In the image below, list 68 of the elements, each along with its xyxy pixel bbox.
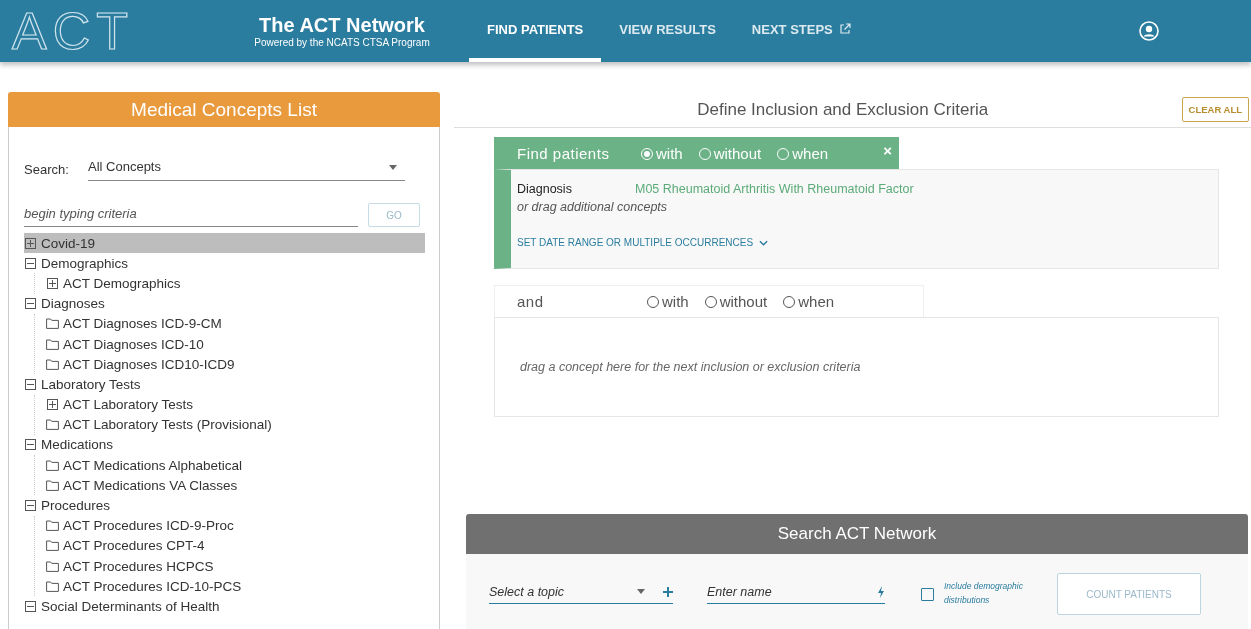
folder-icon <box>46 540 59 552</box>
dropdown-icon <box>389 165 397 170</box>
site-title: The ACT Network <box>259 14 425 37</box>
tree-item[interactable]: ACT Procedures CPT-4 <box>46 535 425 556</box>
criteria-title: Define Inclusion and Exclusion Criteria <box>696 99 990 120</box>
panel-title: Medical Concepts List <box>8 92 440 127</box>
folder-icon <box>46 358 59 370</box>
expander-icon[interactable] <box>25 600 36 612</box>
date-range-link[interactable]: SET DATE RANGE OR MULTIPLE OCCURRENCES <box>517 237 1218 248</box>
nav-tab[interactable]: FIND PATIENTS <box>469 0 602 62</box>
folder-icon <box>46 520 59 532</box>
search-network-title: Search ACT Network <box>466 514 1248 554</box>
nav-tab[interactable]: VIEW RESULTS <box>601 0 734 62</box>
search-label: Search: <box>24 161 70 177</box>
topic-select[interactable]: Select a topic <box>489 584 673 604</box>
concept-type: Diagnosis <box>517 182 573 196</box>
folder-icon <box>46 580 59 592</box>
radio-option[interactable]: with <box>647 293 689 310</box>
tree-item[interactable]: ACT Diagnoses ICD-9-CM <box>46 313 425 334</box>
radio-option[interactable]: without <box>704 293 768 310</box>
act-logo: ACT <box>12 5 135 57</box>
folder-icon <box>46 459 59 471</box>
tree-item[interactable]: Laboratory Tests <box>24 374 425 395</box>
tree-item[interactable]: ACT Laboratory Tests <box>46 394 425 415</box>
expander-icon[interactable] <box>25 257 36 269</box>
checkbox[interactable] <box>921 587 934 601</box>
tree-item[interactable]: ACT Procedures ICD-10-PCS <box>46 576 425 597</box>
lightning-icon <box>877 585 885 598</box>
expander-icon[interactable] <box>47 277 58 289</box>
expander-icon[interactable] <box>25 298 36 310</box>
expander-icon[interactable] <box>25 237 36 249</box>
expander-icon[interactable] <box>25 500 36 512</box>
tree-item[interactable]: ACT Diagnoses ICD-10 <box>46 333 425 355</box>
expander-icon[interactable] <box>25 378 36 390</box>
expander-icon[interactable] <box>25 439 36 451</box>
tree-item[interactable]: Diagnoses <box>24 293 425 314</box>
tree-item[interactable]: ACT Procedures HCPCS <box>46 556 425 577</box>
tree-item[interactable]: ACT Procedures ICD-9-Proc <box>46 515 425 536</box>
group-label: and <box>517 293 545 310</box>
tree-item[interactable]: Social Determinants of Health <box>24 596 425 617</box>
folder-icon <box>46 338 59 350</box>
chevron-down-icon <box>759 239 769 246</box>
folder-icon <box>46 479 59 491</box>
name-field[interactable]: Enter name <box>707 584 885 604</box>
folder-icon <box>46 560 59 572</box>
tree-item[interactable]: ACT Medications VA Classes <box>46 475 425 496</box>
expander-icon[interactable] <box>47 399 58 411</box>
user-account-icon[interactable] <box>1138 21 1159 41</box>
tree-item[interactable]: ACT Diagnoses ICD10-ICD9 <box>46 354 425 375</box>
tree-item[interactable]: ACT Laboratory Tests (Provisional) <box>46 414 425 435</box>
concept-type-select[interactable]: All Concepts <box>88 157 405 181</box>
group-label: Find patients <box>517 145 611 162</box>
checkbox-label: Include demographic distributions <box>944 580 1024 607</box>
folder-icon <box>46 419 59 431</box>
dropdown-icon <box>637 589 645 594</box>
plus-icon[interactable] <box>663 586 673 597</box>
radio-option[interactable]: when <box>783 293 835 310</box>
nav-tab[interactable]: NEXT STEPS <box>733 0 869 62</box>
tree-item[interactable]: Medications <box>24 434 425 456</box>
site-subtitle: Powered by the NCATS CTSA Program <box>254 37 430 48</box>
tree-item[interactable]: Procedures <box>24 495 425 516</box>
folder-icon <box>46 318 59 330</box>
tree-item[interactable]: Covid-19 <box>24 233 425 254</box>
drop-hint: or drag additional concepts <box>517 200 669 214</box>
tree-item[interactable]: Demographics <box>24 253 425 274</box>
drop-hint: drag a concept here for the next inclusion or exclusion criteria <box>519 359 862 374</box>
tree-item[interactable]: ACT Medications Alphabetical <box>46 455 425 476</box>
tree-item[interactable]: ACT Demographics <box>46 273 425 294</box>
